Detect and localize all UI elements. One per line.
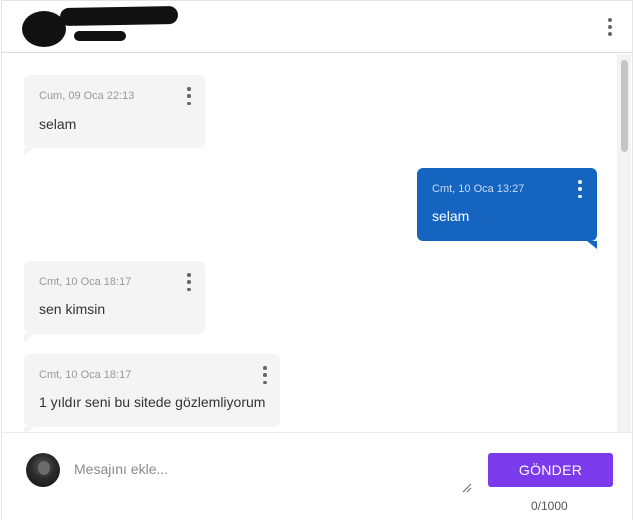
chat-window: Cum, 09 Oca 22:13 selam Cmt, 10 Oca 13:2…: [1, 0, 633, 520]
resize-handle-icon[interactable]: [462, 483, 472, 493]
message-timestamp: Cmt, 10 Oca 18:17: [39, 369, 132, 381]
message-text: 1 yıldır seni bu sitede gözlemliyorum: [39, 394, 266, 410]
message-more-icon[interactable]: [182, 273, 196, 291]
contact-status-redacted: [74, 31, 126, 41]
message-more-icon[interactable]: [182, 87, 196, 105]
message-input[interactable]: [72, 451, 474, 495]
message-composer: GÖNDER 0/1000: [2, 432, 632, 520]
bubble-tail: [587, 241, 597, 249]
character-counter: 0/1000: [531, 499, 568, 513]
more-vertical-icon[interactable]: [603, 18, 617, 36]
message-timestamp: Cum, 09 Oca 22:13: [39, 90, 135, 102]
message-bubble: Cum, 09 Oca 22:13 selam: [24, 75, 205, 156]
contact-name-redacted: [59, 5, 179, 27]
bubble-tail: [24, 334, 34, 342]
user-avatar: [26, 453, 60, 487]
message-more-icon[interactable]: [573, 180, 587, 198]
bubble-tail: [24, 148, 34, 156]
message-bubble: Cmt, 10 Oca 13:27 selam: [417, 168, 597, 249]
message-timestamp: Cmt, 10 Oca 13:27: [432, 183, 525, 195]
message-text: sen kimsin: [39, 301, 106, 317]
send-button[interactable]: GÖNDER: [488, 453, 613, 487]
message-timestamp: Cmt, 10 Oca 18:17: [39, 276, 132, 288]
message-list[interactable]: Cum, 09 Oca 22:13 selam Cmt, 10 Oca 13:2…: [2, 54, 632, 432]
scrollbar-thumb[interactable]: [621, 60, 628, 152]
chat-header: [2, 1, 632, 53]
message-bubble: Cmt, 10 Oca 18:17 sen kimsin: [24, 261, 205, 342]
message-text: selam: [432, 208, 470, 224]
message-more-icon[interactable]: [258, 366, 272, 384]
message-bubble: Cmt, 10 Oca 18:17 1 yıldır seni bu sited…: [24, 354, 280, 432]
message-text: selam: [39, 116, 77, 132]
